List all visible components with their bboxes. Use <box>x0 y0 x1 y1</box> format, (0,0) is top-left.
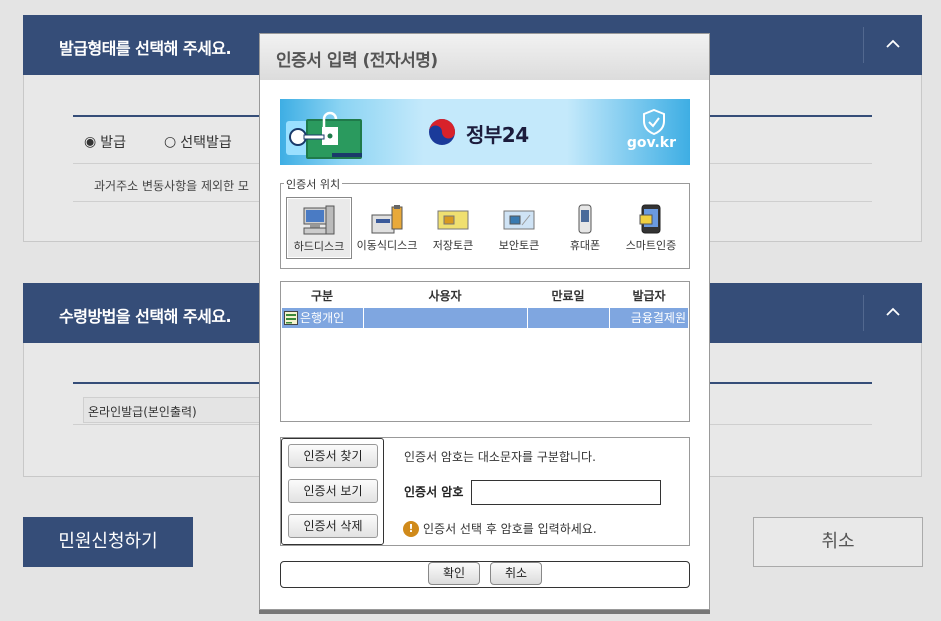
dialog-cancel-button[interactable]: 취소 <box>490 562 542 585</box>
location-legend: 인증서 위치 <box>284 176 343 192</box>
apply-button[interactable]: 민원신청하기 <box>23 517 193 567</box>
cell-expiry <box>528 308 610 328</box>
location-storage-token[interactable]: 저장토큰 <box>420 197 486 259</box>
removable-disk-icon <box>371 205 403 234</box>
radio-unchecked-icon: ○ <box>164 134 177 150</box>
column-header-issuer[interactable]: 발급자 <box>609 287 689 304</box>
dialog-title: 인증서 입력 (전자서명) <box>260 34 709 80</box>
password-label: 인증서 암호 <box>404 485 464 499</box>
ok-button[interactable]: 확인 <box>428 562 480 585</box>
column-header-user[interactable]: 사용자 <box>363 287 527 304</box>
table-header: 구분 사용자 만료일 발급자 <box>281 282 689 306</box>
warning-text: 인증서 선택 후 암호를 입력하세요. <box>423 522 597 536</box>
column-header-expiry[interactable]: 만료일 <box>527 287 609 304</box>
password-input[interactable] <box>471 480 661 505</box>
warning-icon: ! <box>403 520 419 537</box>
gov24-banner: 정부24 gov.kr <box>280 99 690 165</box>
mobile-phone-icon <box>578 204 592 234</box>
chevron-up-icon[interactable] <box>884 303 902 321</box>
cell-user <box>364 308 528 328</box>
location-hard-disk[interactable]: 하드디스크 <box>286 197 352 259</box>
gov24-brand: 정부24 <box>466 123 529 147</box>
receive-option-online[interactable]: 온라인발급(본인출력) <box>83 397 261 423</box>
cell-issuer: 금융결제원 <box>630 311 686 325</box>
password-warning: ! 인증서 선택 후 암호를 입력하세요. <box>403 520 597 537</box>
certificate-table: 구분 사용자 만료일 발급자 은행개인 금융결제원 <box>280 281 690 422</box>
location-removable-disk[interactable]: 이동식디스크 <box>354 197 420 259</box>
smart-auth-icon <box>639 204 661 234</box>
location-label: 저장토큰 <box>432 239 474 252</box>
key-lock-icon <box>286 111 362 159</box>
section-title: 발급형태를 선택해 주세요. <box>59 39 232 58</box>
radio-label: 선택발급 <box>180 135 232 151</box>
section-title: 수령방법을 선택해 주세요. <box>59 307 232 326</box>
location-label: 하드디스크 <box>293 240 345 253</box>
header-divider <box>863 295 864 331</box>
dialog-button-bar <box>280 561 690 588</box>
radio-checked-icon: ◉ <box>84 134 97 150</box>
table-row[interactable]: 은행개인 금융결제원 <box>282 308 688 328</box>
hard-disk-icon <box>303 205 335 235</box>
gov-domain: gov.kr <box>626 135 676 151</box>
delete-cert-button[interactable]: 인증서 삭제 <box>288 514 378 538</box>
location-label: 보안토큰 <box>498 239 540 252</box>
storage-token-icon <box>437 210 469 230</box>
column-header-type[interactable]: 구분 <box>281 287 363 304</box>
location-smart-auth[interactable]: 스마트인증 <box>618 197 684 259</box>
location-label: 이동식디스크 <box>356 239 418 252</box>
certificate-icon <box>284 311 298 325</box>
view-cert-button[interactable]: 인증서 보기 <box>288 479 378 503</box>
radio-label: 발급 <box>100 135 126 151</box>
location-label: 스마트인증 <box>625 239 677 252</box>
certificate-dialog: 인증서 입력 (전자서명) 정부24 gov.kr 인증서 위치 하드디스크 이… <box>259 33 710 610</box>
chevron-up-icon[interactable] <box>884 35 902 53</box>
location-mobile-phone[interactable]: 휴대폰 <box>552 197 618 259</box>
location-label: 휴대폰 <box>569 239 601 252</box>
shield-check-icon <box>643 109 665 135</box>
cert-type: 은행개인 <box>300 311 345 325</box>
find-cert-button[interactable]: 인증서 찾기 <box>288 444 378 468</box>
cell-type: 은행개인 <box>282 308 364 328</box>
page-cancel-button[interactable]: 취소 <box>753 517 923 567</box>
taegeuk-emblem-icon <box>429 119 455 145</box>
case-sensitive-note: 인증서 암호는 대소문자를 구분합니다. <box>404 450 596 464</box>
address-note: 과거주소 변동사항을 제외한 모 <box>94 179 249 193</box>
security-token-icon <box>503 210 535 230</box>
radio-select-issue[interactable]: ○ 선택발급 <box>164 132 232 152</box>
header-divider <box>863 27 864 63</box>
location-security-token[interactable]: 보안토큰 <box>486 197 552 259</box>
radio-issue[interactable]: ◉ 발급 <box>84 132 126 152</box>
